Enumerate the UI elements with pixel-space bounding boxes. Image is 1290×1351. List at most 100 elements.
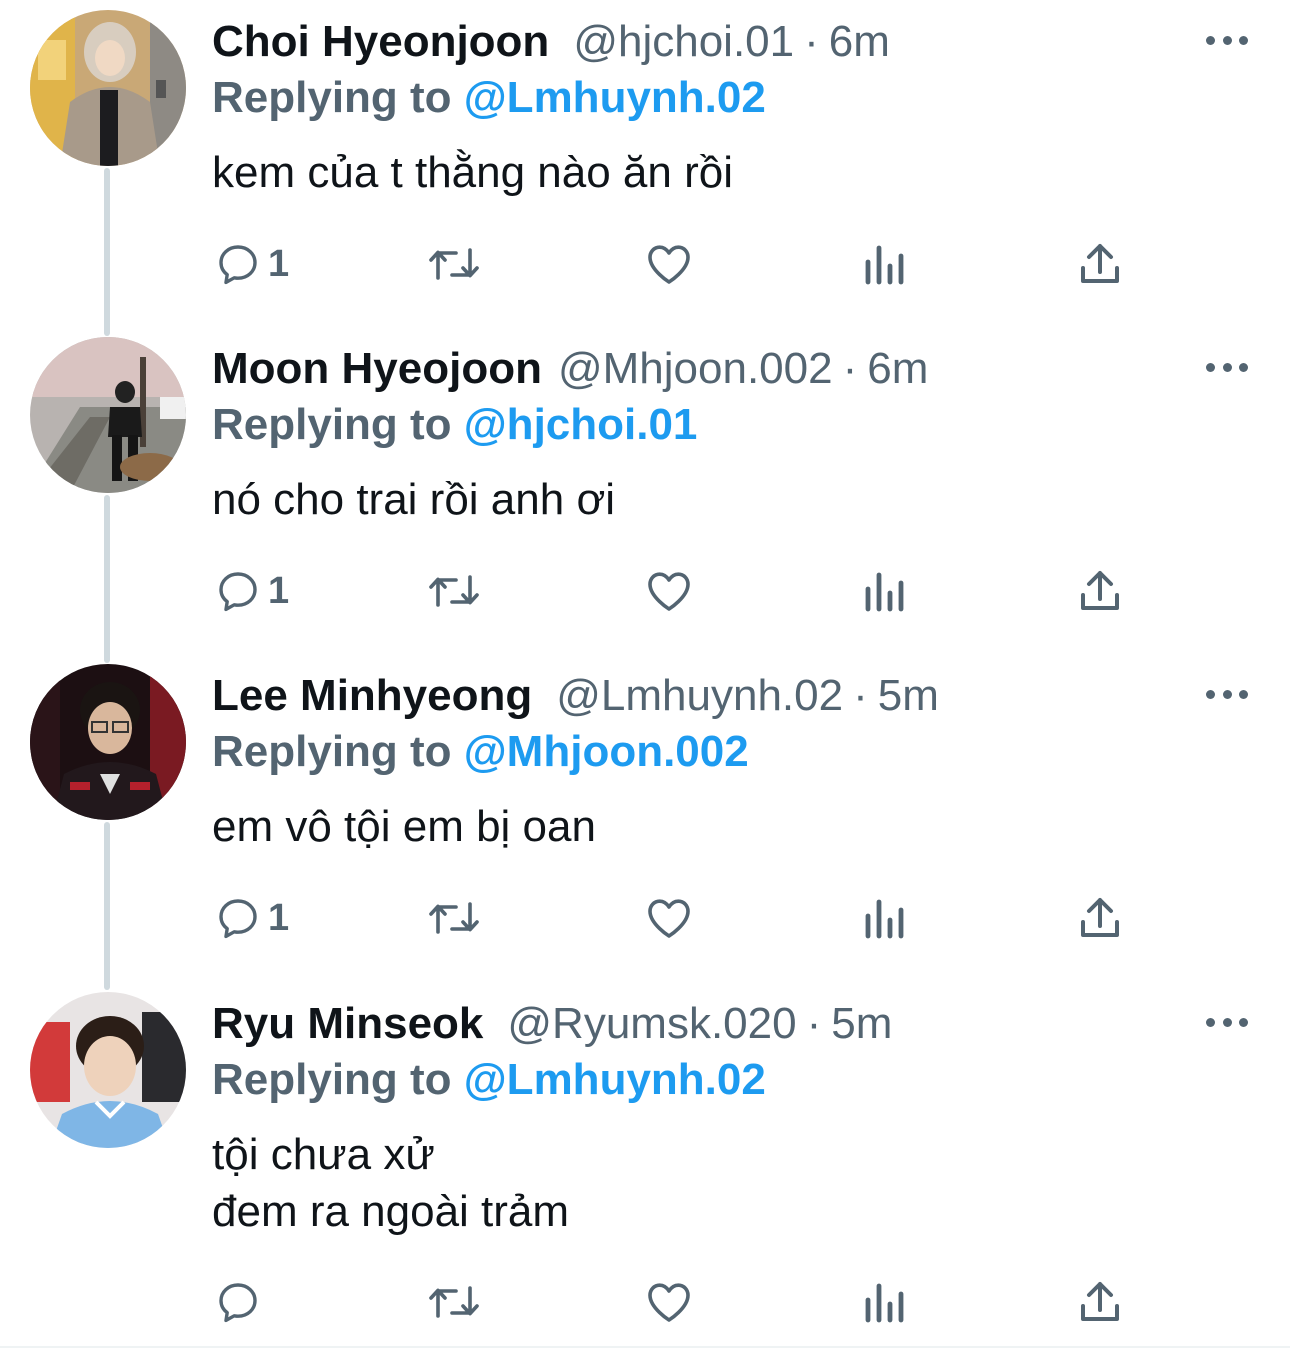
- like-button[interactable]: [644, 890, 694, 946]
- separator: ·: [853, 671, 868, 720]
- avatar[interactable]: [30, 992, 186, 1148]
- reply-button[interactable]: [214, 1274, 268, 1330]
- reply-button[interactable]: 1: [214, 236, 289, 292]
- timestamp[interactable]: 6m: [829, 14, 890, 70]
- tweet-actions: 1: [0, 890, 1290, 946]
- replying-to: Replying to @Mhjoon.002: [212, 724, 749, 780]
- replying-to-handle[interactable]: @Mhjoon.002: [464, 727, 749, 776]
- views-icon: [865, 245, 904, 285]
- retweet-button[interactable]: [426, 1274, 482, 1330]
- retweet-icon: [429, 575, 479, 607]
- reply-icon: [219, 899, 257, 939]
- user-handle[interactable]: @Ryumsk.020: [507, 996, 796, 1052]
- avatar-image: [30, 992, 186, 1148]
- tweet[interactable]: Moon Hyeojoon @Mhjoon.002 · 6m Replying …: [0, 327, 1290, 663]
- reply-count: 1: [268, 896, 290, 939]
- replying-to-label: Replying to: [212, 1055, 464, 1104]
- tweet-header: Choi Hyeonjoon @hjchoi.01 · 6m: [212, 14, 890, 70]
- retweet-icon: [429, 1286, 479, 1318]
- user-handle[interactable]: @Mhjoon.002: [558, 341, 833, 397]
- replying-to-handle[interactable]: @hjchoi.01: [464, 400, 698, 449]
- separator: ·: [806, 999, 822, 1048]
- tweet[interactable]: Ryu Minseok @Ryumsk.020 · 5m Replying to…: [0, 982, 1290, 1351]
- heart-icon: [648, 245, 690, 284]
- separator: ·: [804, 17, 819, 66]
- replying-to: Replying to @Lmhuynh.02: [212, 1052, 766, 1108]
- replying-to: Replying to @hjchoi.01: [212, 397, 697, 453]
- replying-to: Replying to @Lmhuynh.02: [212, 70, 766, 126]
- heart-icon: [648, 899, 690, 938]
- timestamp[interactable]: 5m: [878, 668, 939, 724]
- retweet-button[interactable]: [426, 890, 482, 946]
- display-name[interactable]: Moon Hyeojoon: [212, 341, 542, 397]
- tweet[interactable]: Choi Hyeonjoon @hjchoi.01 · 6m Replying …: [0, 0, 1290, 336]
- timestamp[interactable]: 6m: [867, 341, 928, 397]
- tweet-header: Lee Minhyeong @Lmhuynh.02 · 5m: [212, 668, 939, 724]
- views-button[interactable]: [864, 1274, 906, 1330]
- views-icon: [865, 899, 904, 939]
- share-button[interactable]: [1078, 890, 1122, 946]
- share-button[interactable]: [1078, 236, 1122, 292]
- share-button[interactable]: [1078, 1274, 1122, 1330]
- tweet-header: Moon Hyeojoon @Mhjoon.002 · 6m: [212, 341, 928, 397]
- tweet-actions: 1: [0, 236, 1290, 292]
- separator: ·: [842, 344, 858, 393]
- avatar-image: [30, 664, 186, 820]
- views-button[interactable]: [864, 563, 906, 619]
- avatar[interactable]: [30, 10, 186, 166]
- retweet-icon: [429, 902, 479, 934]
- divider: [0, 1346, 1290, 1348]
- reply-count: 1: [268, 569, 290, 612]
- tweet-actions: 1: [0, 563, 1290, 619]
- tweet-header: Ryu Minseok @Ryumsk.020 · 5m: [212, 996, 892, 1052]
- reply-icon: [219, 245, 257, 285]
- tweet[interactable]: Lee Minhyeong @Lmhuynh.02 · 5m Replying …: [0, 654, 1290, 990]
- retweet-button[interactable]: [426, 563, 482, 619]
- views-icon: [865, 572, 904, 612]
- display-name[interactable]: Lee Minhyeong: [212, 668, 532, 724]
- tweet-actions: [0, 1274, 1290, 1330]
- reply-button[interactable]: 1: [214, 563, 289, 619]
- reply-button[interactable]: 1: [214, 890, 289, 946]
- like-button[interactable]: [644, 563, 694, 619]
- share-icon: [1081, 571, 1119, 610]
- avatar-image: [30, 337, 186, 493]
- more-icon[interactable]: [1206, 28, 1248, 52]
- reply-icon: [219, 572, 257, 612]
- tweet-text: tội chưa xử đem ra ngoài trảm: [212, 1130, 570, 1236]
- reply-count: 1: [268, 242, 290, 285]
- avatar[interactable]: [30, 664, 186, 820]
- replying-to-handle[interactable]: @Lmhuynh.02: [464, 1055, 766, 1104]
- views-button[interactable]: [864, 890, 906, 946]
- more-icon[interactable]: [1206, 682, 1248, 706]
- reply-icon: [219, 1283, 257, 1323]
- share-button[interactable]: [1078, 563, 1122, 619]
- heart-icon: [648, 1283, 690, 1322]
- avatar[interactable]: [30, 337, 186, 493]
- heart-icon: [648, 572, 690, 611]
- replying-to-label: Replying to: [212, 400, 464, 449]
- timestamp[interactable]: 5m: [831, 996, 892, 1052]
- more-icon[interactable]: [1206, 1010, 1248, 1034]
- display-name[interactable]: Choi Hyeonjoon: [212, 14, 549, 70]
- reply-thread: Choi Hyeonjoon @hjchoi.01 · 6m Replying …: [0, 0, 1290, 1351]
- retweet-icon: [429, 248, 479, 280]
- avatar-image: [30, 10, 186, 166]
- user-handle[interactable]: @Lmhuynh.02: [556, 668, 843, 724]
- user-handle[interactable]: @hjchoi.01: [573, 14, 794, 70]
- like-button[interactable]: [644, 1274, 694, 1330]
- share-icon: [1081, 244, 1119, 283]
- display-name[interactable]: Ryu Minseok: [212, 996, 483, 1052]
- more-icon[interactable]: [1206, 355, 1248, 379]
- replying-to-label: Replying to: [212, 73, 464, 122]
- retweet-button[interactable]: [426, 236, 482, 292]
- share-icon: [1081, 898, 1119, 937]
- views-button[interactable]: [864, 236, 906, 292]
- replying-to-handle[interactable]: @Lmhuynh.02: [464, 73, 766, 122]
- like-button[interactable]: [644, 236, 694, 292]
- replying-to-label: Replying to: [212, 727, 464, 776]
- views-icon: [865, 1283, 904, 1323]
- tweet-text: kem của t thằng nào ăn rồi: [212, 148, 733, 197]
- share-icon: [1081, 1282, 1119, 1321]
- tweet-text: em vô tội em bị oan: [212, 802, 596, 851]
